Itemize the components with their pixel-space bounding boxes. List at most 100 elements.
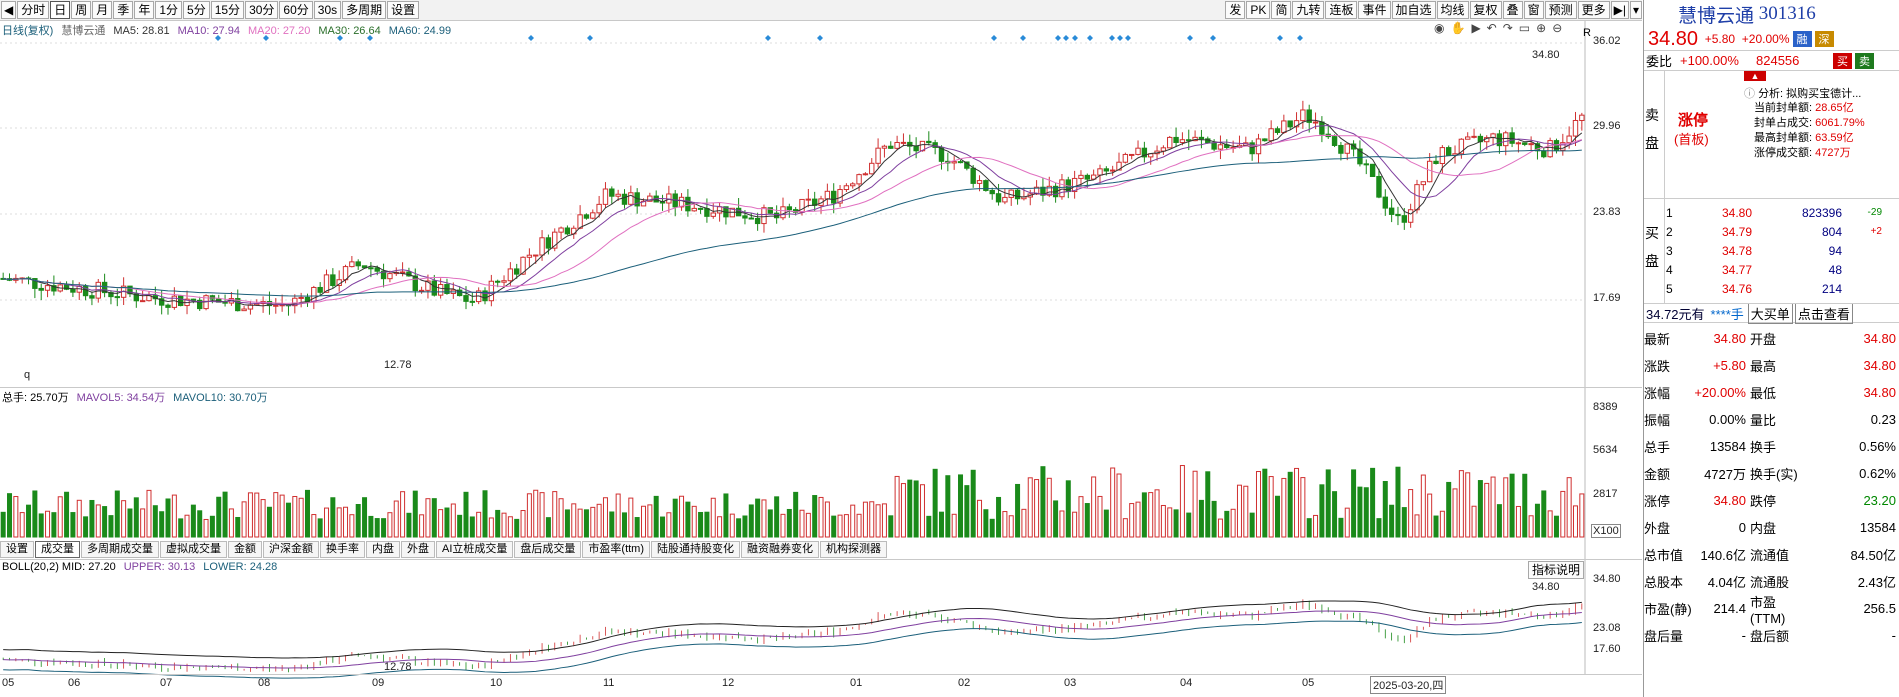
indicator-tab-13[interactable]: 融资融券变化 — [741, 540, 820, 558]
indicator-tab-9[interactable]: AI立桩成交量 — [436, 540, 514, 558]
tool-button-5[interactable]: 事件 — [1358, 1, 1391, 19]
bid-row[interactable]: 2 34.79 804 +2 — [1666, 222, 1898, 241]
indicator-tab-3[interactable]: 虚拟成交量 — [160, 540, 227, 558]
eye-icon[interactable]: ◉ — [1434, 21, 1450, 35]
indicator-tab-4[interactable]: 金额 — [228, 540, 262, 558]
menu-icon[interactable]: ▾ — [1629, 1, 1642, 19]
period-tab-13[interactable]: 设置 — [387, 1, 420, 19]
volume-bar — [273, 492, 279, 538]
event-marker-icon[interactable] — [587, 35, 593, 41]
event-marker-icon[interactable] — [1277, 35, 1283, 41]
period-tab-12[interactable]: 多周期 — [342, 1, 387, 19]
stat-key: 最高封单额: — [1754, 132, 1813, 144]
event-marker-icon[interactable] — [1072, 35, 1078, 41]
tool-button-3[interactable]: 九转 — [1292, 1, 1325, 19]
period-tab-9[interactable]: 30分 — [245, 1, 279, 19]
tool-button-11[interactable]: 预测 — [1544, 1, 1577, 19]
indicator-tab-0[interactable]: 设置 — [0, 540, 34, 558]
tool-button-2[interactable]: 简 — [1271, 1, 1292, 19]
hand-icon[interactable]: ✋ — [1450, 21, 1471, 35]
period-tab-3[interactable]: 月 — [92, 1, 113, 19]
event-marker-icon[interactable] — [1063, 35, 1069, 41]
indicator-tab-6[interactable]: 换手率 — [320, 540, 365, 558]
period-tab-8[interactable]: 15分 — [210, 1, 245, 19]
candle-body — [1173, 136, 1179, 143]
indicator-tab-8[interactable]: 外盘 — [401, 540, 435, 558]
lock-icon[interactable]: ▭ — [1519, 21, 1536, 35]
event-marker-icon[interactable] — [1210, 35, 1216, 41]
tool-button-9[interactable]: 叠 — [1502, 1, 1523, 19]
volume-bar — [324, 507, 330, 538]
volume-bar — [1091, 476, 1097, 538]
view-link[interactable]: 点击查看 — [1794, 302, 1853, 324]
minus-icon[interactable]: ⊖ — [1552, 21, 1568, 35]
event-marker-icon[interactable] — [817, 35, 823, 41]
tool-button-0[interactable]: 发 — [1225, 1, 1246, 19]
tool-button-4[interactable]: 连板 — [1325, 1, 1358, 19]
period-tab-7[interactable]: 5分 — [183, 1, 210, 19]
redo-icon[interactable]: ↷ — [1503, 21, 1519, 35]
volume-bar — [76, 499, 82, 538]
tool-button-1[interactable]: PK — [1246, 1, 1271, 19]
volume-bar — [95, 504, 101, 538]
event-marker-icon[interactable] — [528, 35, 534, 41]
candle-body — [1078, 174, 1084, 179]
period-tab-5[interactable]: 年 — [134, 1, 155, 19]
back-icon[interactable]: ◀ — [1, 1, 17, 19]
tool-button-12[interactable]: 更多 — [1577, 1, 1610, 19]
x-tick: 10 — [490, 677, 503, 689]
volume-bar — [552, 491, 558, 538]
event-marker-icon[interactable] — [1055, 35, 1061, 41]
event-marker-icon[interactable] — [1187, 35, 1193, 41]
event-marker-icon[interactable] — [1020, 35, 1026, 41]
period-tab-10[interactable]: 60分 — [279, 1, 313, 19]
candle-body — [564, 227, 571, 235]
volume-bar — [266, 506, 272, 538]
event-marker-icon[interactable] — [1117, 35, 1123, 41]
x-tick: 12 — [722, 677, 735, 689]
analysis-text[interactable]: ⓘ 分析: 拟购买宝德计... — [1744, 85, 1861, 101]
indicator-tab-5[interactable]: 沪深金额 — [263, 540, 319, 558]
tool-button-10[interactable]: 窗 — [1523, 1, 1544, 19]
period-tab-1[interactable]: 日 — [50, 1, 71, 19]
price: 34.80 — [1648, 27, 1699, 50]
collapse-icon[interactable]: ▶| — [1610, 1, 1629, 19]
buy-button[interactable]: 买 — [1833, 52, 1852, 69]
indicator-tab-10[interactable]: 盘后成交量 — [514, 540, 582, 558]
candle-body — [1407, 209, 1414, 223]
indicator-tab-2[interactable]: 多周期成交量 — [81, 540, 159, 558]
period-tab-2[interactable]: 周 — [71, 1, 92, 19]
candle-body — [1319, 121, 1325, 135]
undo-icon[interactable]: ↶ — [1487, 21, 1503, 35]
indicator-tab-12[interactable]: 陆股通持股变化 — [651, 540, 741, 558]
bid-row[interactable]: 1 34.80 823396 -29 — [1666, 203, 1898, 222]
indicator-tab-7[interactable]: 内盘 — [366, 540, 400, 558]
add-icon[interactable]: ⊕ — [1536, 21, 1552, 35]
sell-button[interactable]: 卖 — [1855, 52, 1874, 69]
period-tab-4[interactable]: 季 — [113, 1, 134, 19]
event-marker-icon[interactable] — [1109, 35, 1115, 41]
bid-row[interactable]: 5 34.76 214 — [1666, 279, 1898, 298]
indicator-tab-11[interactable]: 市盈率(ttm) — [582, 540, 651, 558]
period-tab-11[interactable]: 30s — [313, 1, 342, 19]
kline-chart[interactable] — [0, 21, 1642, 697]
event-marker-icon[interactable] — [1297, 35, 1303, 41]
indicator-help-button[interactable]: 指标说明 — [1528, 561, 1585, 579]
x-tick: 03 — [1064, 677, 1077, 689]
indicator-tab-1[interactable]: 成交量 — [35, 540, 80, 558]
event-marker-icon[interactable] — [991, 35, 997, 41]
play-icon[interactable]: ▶ — [1471, 21, 1486, 35]
event-marker-icon[interactable] — [1125, 35, 1131, 41]
bid-row[interactable]: 4 34.77 48 — [1666, 260, 1898, 279]
collapse-arrow-icon[interactable]: ▲ — [1744, 71, 1766, 81]
period-tab-6[interactable]: 1分 — [155, 1, 183, 19]
bid-row[interactable]: 3 34.78 94 — [1666, 241, 1898, 260]
tool-button-7[interactable]: 均线 — [1436, 1, 1469, 19]
indicator-tab-14[interactable]: 机构探测器 — [820, 540, 888, 558]
tool-button-8[interactable]: 复权 — [1469, 1, 1502, 19]
big-order-link[interactable]: 大买单 — [1747, 302, 1793, 324]
event-marker-icon[interactable] — [765, 35, 771, 41]
tool-button-6[interactable]: 加自选 — [1391, 1, 1436, 19]
event-marker-icon[interactable] — [1087, 35, 1093, 41]
period-tab-0[interactable]: 分时 — [17, 1, 50, 19]
